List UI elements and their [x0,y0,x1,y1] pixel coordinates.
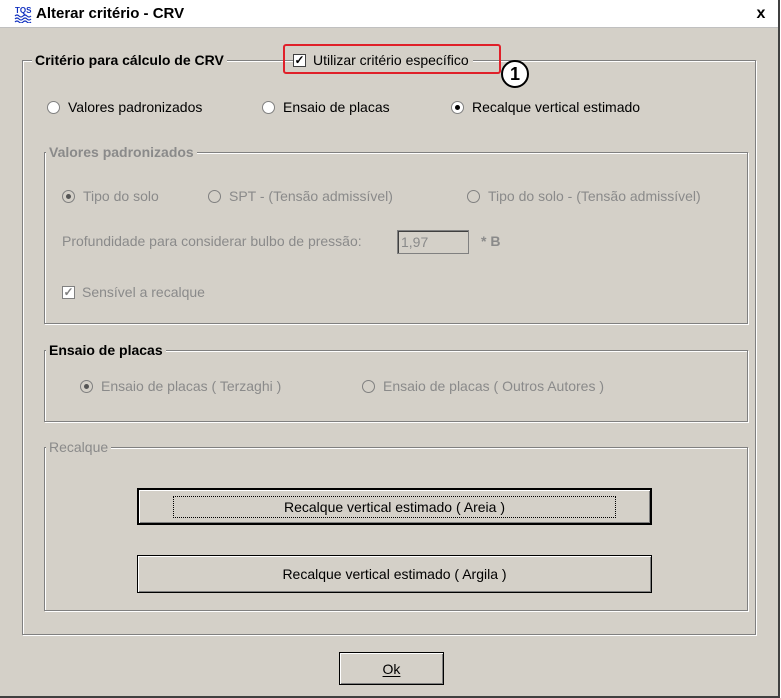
valores-group-label: Valores padronizados [46,143,197,161]
radio-terzaghi[interactable]: Ensaio de placas ( Terzaghi ) [80,378,281,394]
title-bar: TQS Alterar critério - CRV x [0,0,778,28]
dialog-window: TQS Alterar critério - CRV x Critério pa… [0,0,780,698]
radio-label: Ensaio de placas ( Terzaghi ) [101,378,282,394]
recalque-argila-button[interactable]: Recalque vertical estimado ( Argila ) [137,555,652,593]
sensitive-checkbox[interactable]: ✓ Sensível a recalque [62,284,205,300]
ensaio-group-label: Ensaio de placas [46,341,166,359]
radio-tipo-do-solo[interactable]: Tipo do solo [62,188,159,204]
ok-button[interactable]: Ok [339,652,444,685]
radio-outros-autores[interactable]: Ensaio de placas ( Outros Autores ) [362,378,604,394]
sensitive-label: Sensível a recalque [82,284,205,300]
radio-label: Ensaio de placas [283,99,390,115]
recalque-areia-button[interactable]: Recalque vertical estimado ( Areia ) [137,488,652,525]
radio-label: SPT - (Tensão admissível) [229,188,393,204]
radio-label: Tipo do solo [83,188,159,204]
close-button[interactable]: x [753,6,769,22]
radio-valores-padronizados[interactable]: Valores padronizados [47,99,202,115]
radio-label: Ensaio de placas ( Outros Autores ) [383,378,604,394]
window-title: Alterar critério - CRV [36,5,185,22]
radio-dot[interactable] [262,100,275,114]
recalque-group-label: Recalque [46,438,112,456]
radio-dot[interactable] [362,379,375,393]
radio-ensaio-de-placas[interactable]: Ensaio de placas [262,99,390,115]
radio-dot[interactable] [62,189,75,203]
button-label: Ok [382,660,401,677]
callout-marker: 1 [501,60,529,88]
radio-tipo-do-solo-tensao[interactable]: Tipo do solo - (Tensão admissível) [467,188,701,204]
criterio-group-label: Critério para cálculo de CRV [32,51,227,69]
radio-dot[interactable] [47,100,60,114]
radio-dot[interactable] [208,189,221,203]
radio-label: Recalque vertical estimado [472,99,641,115]
depth-input[interactable]: 1,97 [397,230,469,254]
radio-spt[interactable]: SPT - (Tensão admissível) [208,188,393,204]
depth-unit: * B [481,233,501,249]
radio-label: Tipo do solo - (Tensão admissível) [488,188,701,204]
tqs-app-icon: TQS [14,5,34,23]
radio-dot[interactable] [80,379,93,393]
svg-text:TQS: TQS [15,6,32,15]
button-label: Recalque vertical estimado ( Argila ) [282,566,507,582]
checkbox-box[interactable]: ✓ [62,285,75,299]
highlight-box [283,44,501,74]
radio-recalque-vertical-estimado[interactable]: Recalque vertical estimado [451,99,640,115]
depth-label: Profundidade para considerar bulbo de pr… [62,233,362,249]
radio-label: Valores padronizados [68,99,203,115]
radio-dot[interactable] [451,100,464,114]
radio-dot[interactable] [467,189,480,203]
button-label: Recalque vertical estimado ( Areia ) [173,495,616,518]
